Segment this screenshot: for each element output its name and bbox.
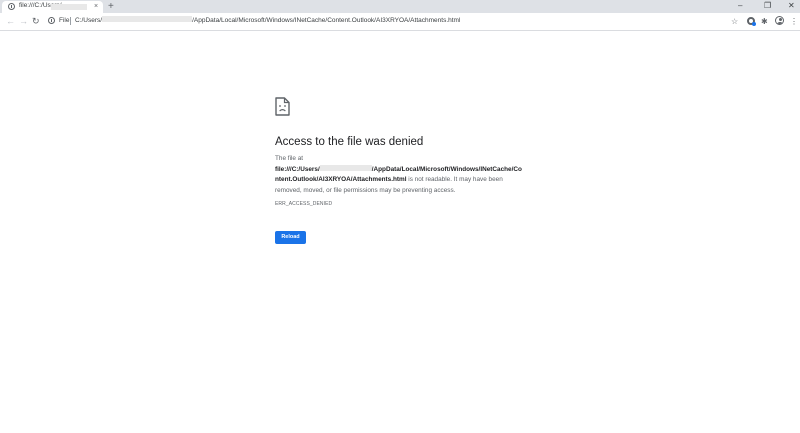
scheme-label: File <box>59 17 70 24</box>
reload-page-button[interactable]: Reload <box>275 231 306 244</box>
forward-button[interactable]: → <box>19 16 28 27</box>
info-icon[interactable] <box>48 17 55 24</box>
extensions-puzzle-icon[interactable]: ✱ <box>761 17 768 26</box>
bookmark-star-icon[interactable]: ☆ <box>731 17 738 26</box>
desc-intro: The file at <box>275 155 304 162</box>
desc-tail: is not readable. It may have been <box>406 176 503 183</box>
file-path-part3: ntent.Outlook/AI3XRYOA/Attachments.html <box>275 176 407 183</box>
new-tab-button[interactable]: + <box>108 0 114 13</box>
reload-button[interactable]: ↻ <box>32 16 40 27</box>
close-tab-icon[interactable]: × <box>94 2 98 12</box>
extension-badge-icon[interactable] <box>747 17 756 26</box>
sad-file-icon <box>275 97 290 116</box>
tab-active[interactable]: file:///C:/Users/ × <box>2 1 103 13</box>
menu-kebab-icon[interactable]: ⋮ <box>790 17 798 26</box>
tab-strip: file:///C:/Users/ × + – ❐ ✕ <box>0 0 800 13</box>
minimize-button[interactable]: – <box>738 1 742 11</box>
address-bar[interactable]: C:/Users/ /AppData/Local/Microsoft/Window… <box>75 16 460 25</box>
maximize-button[interactable]: ❐ <box>764 1 771 11</box>
redacted-username <box>51 4 87 10</box>
back-button[interactable]: ← <box>6 16 15 27</box>
error-code: ERR_ACCESS_DENIED <box>275 201 333 207</box>
browser-toolbar: ← → ↻ File C:/Users/ /AppData/Local/Micro… <box>0 13 800 31</box>
url-suffix: /AppData/Local/Microsoft/Windows/INetCac… <box>192 17 461 24</box>
error-title: Access to the file was denied <box>275 136 424 148</box>
file-path-part2: /AppData/Local/Microsoft/Windows/INetCac… <box>371 165 522 173</box>
redacted-username <box>319 164 372 171</box>
url-prefix: C:/Users/ <box>75 17 103 24</box>
file-path-part1: file:///C:/Users/ <box>275 165 320 173</box>
redacted-username <box>102 16 193 23</box>
url-divider <box>70 17 71 25</box>
globe-icon <box>8 3 15 10</box>
profile-avatar-icon[interactable] <box>775 16 784 25</box>
desc-reason: removed, moved, or file permissions may … <box>275 186 456 194</box>
error-description: The file at file:///C:/Users/ /AppData/Lo… <box>275 154 525 196</box>
close-window-button[interactable]: ✕ <box>788 1 795 11</box>
